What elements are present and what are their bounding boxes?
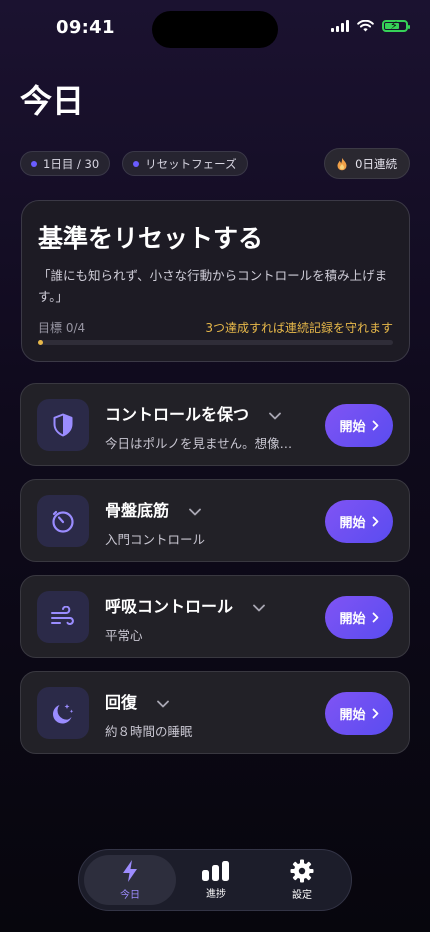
chevron-down-icon[interactable] — [188, 508, 201, 516]
task-title-text: コントロールを保つ — [105, 405, 250, 424]
task-title: 回復 — [105, 689, 169, 713]
task-title-text: 呼吸コントロール — [105, 597, 234, 616]
chevron-down-icon[interactable] — [252, 604, 265, 612]
status-time: 09:41 — [56, 17, 115, 38]
task-subtitle: 約８時間の睡眠 — [105, 724, 193, 739]
reset-hero-card: 基準をリセットする 「誰にも知られず、小さな行動からコントロールを積み上げます。… — [21, 200, 410, 362]
flame-icon — [337, 157, 347, 170]
phase-chip-label: リセットフェーズ — [145, 156, 237, 171]
page-title: 今日 — [20, 82, 85, 120]
task-card-recovery[interactable]: 回復 約８時間の睡眠 開始 — [20, 671, 410, 754]
streak-badge[interactable]: 0日連続 — [324, 148, 410, 179]
start-button[interactable]: 開始 — [325, 500, 393, 543]
chevron-down-icon[interactable] — [268, 412, 281, 420]
start-button-label: 開始 — [339, 708, 366, 723]
start-button-label: 開始 — [339, 420, 366, 435]
tab-label: 進捗 — [206, 889, 226, 900]
tab-progress[interactable]: 進捗 — [170, 855, 262, 905]
wind-icon — [51, 606, 74, 625]
tab-today[interactable]: 今日 — [84, 855, 176, 905]
start-button[interactable]: 開始 — [325, 692, 393, 735]
status-bar: 09:41 ⚡ — [0, 0, 430, 56]
task-title-text: 回復 — [105, 693, 138, 712]
task-card-pelvic-floor[interactable]: 骨盤底筋 入門コントロール 開始 — [20, 479, 410, 562]
task-card-breath-control[interactable]: 呼吸コントロール 平常心 開始 — [20, 575, 410, 658]
charging-bolt-icon: ⚡ — [390, 19, 398, 32]
task-card-keep-control[interactable]: コントロールを保つ 今日はポルノを見ません。想像… 開始 — [20, 383, 410, 466]
start-button[interactable]: 開始 — [325, 596, 393, 639]
tab-settings[interactable]: 設定 — [256, 855, 348, 905]
task-subtitle: 入門コントロール — [105, 532, 206, 547]
task-title: 骨盤底筋 — [105, 497, 201, 521]
tab-label: 設定 — [292, 890, 312, 901]
wifi-icon — [357, 20, 374, 32]
dynamic-island — [152, 11, 278, 48]
task-title: 呼吸コントロール — [105, 593, 265, 617]
day-chip: 1日目 / 30 — [20, 151, 111, 176]
task-icon-tile — [37, 495, 89, 547]
chip-dot — [31, 160, 37, 167]
task-icon-tile — [37, 591, 89, 643]
task-title: コントロールを保つ — [105, 401, 281, 425]
tab-label: 今日 — [120, 890, 140, 901]
chevron-right-icon — [372, 516, 378, 527]
cellular-signal-icon — [331, 20, 349, 32]
chevron-down-icon[interactable] — [156, 700, 169, 708]
goal-count: 目標 0/4 — [38, 321, 86, 335]
chevron-right-icon — [372, 612, 378, 623]
streak-label: 0日連続 — [355, 156, 397, 171]
hero-title: 基準をリセットする — [38, 224, 264, 253]
start-button-label: 開始 — [339, 612, 366, 627]
phase-chip: リセットフェーズ — [122, 151, 248, 176]
start-button-label: 開始 — [339, 516, 366, 531]
goal-progress-fill — [38, 340, 43, 345]
moon-stars-icon — [52, 704, 74, 724]
goal-row: 目標 0/4 3つ達成すれば連続記録を守れます — [38, 319, 393, 336]
goal-progress-bar — [38, 340, 393, 345]
bolt-icon — [123, 860, 137, 882]
chip-dot — [133, 160, 140, 167]
task-subtitle: 平常心 — [105, 628, 143, 643]
battery-icon: ⚡ — [382, 19, 410, 32]
goal-hint: 3つ達成すれば連続記録を守れます — [205, 321, 393, 335]
task-icon-tile — [37, 687, 89, 739]
start-button[interactable]: 開始 — [325, 404, 393, 447]
status-icons: ⚡ — [331, 19, 410, 32]
task-title-text: 骨盤底筋 — [105, 501, 170, 520]
tab-bar: 今日 進捗 設定 — [78, 849, 352, 911]
day-chip-label: 1日目 / 30 — [43, 156, 100, 171]
task-icon-tile — [37, 399, 89, 451]
shield-icon — [53, 413, 73, 437]
task-subtitle: 今日はポルノを見ません。想像… — [105, 436, 293, 451]
timer-icon — [52, 510, 74, 533]
phase-chips: 1日目 / 30 リセットフェーズ — [20, 151, 248, 176]
hero-quote: 「誰にも知られず、小さな行動からコントロールを積み上げます。」 — [38, 268, 388, 304]
chevron-right-icon — [372, 708, 378, 719]
gear-icon — [290, 859, 314, 883]
chevron-right-icon — [372, 420, 378, 431]
bar-chart-icon — [202, 861, 229, 881]
